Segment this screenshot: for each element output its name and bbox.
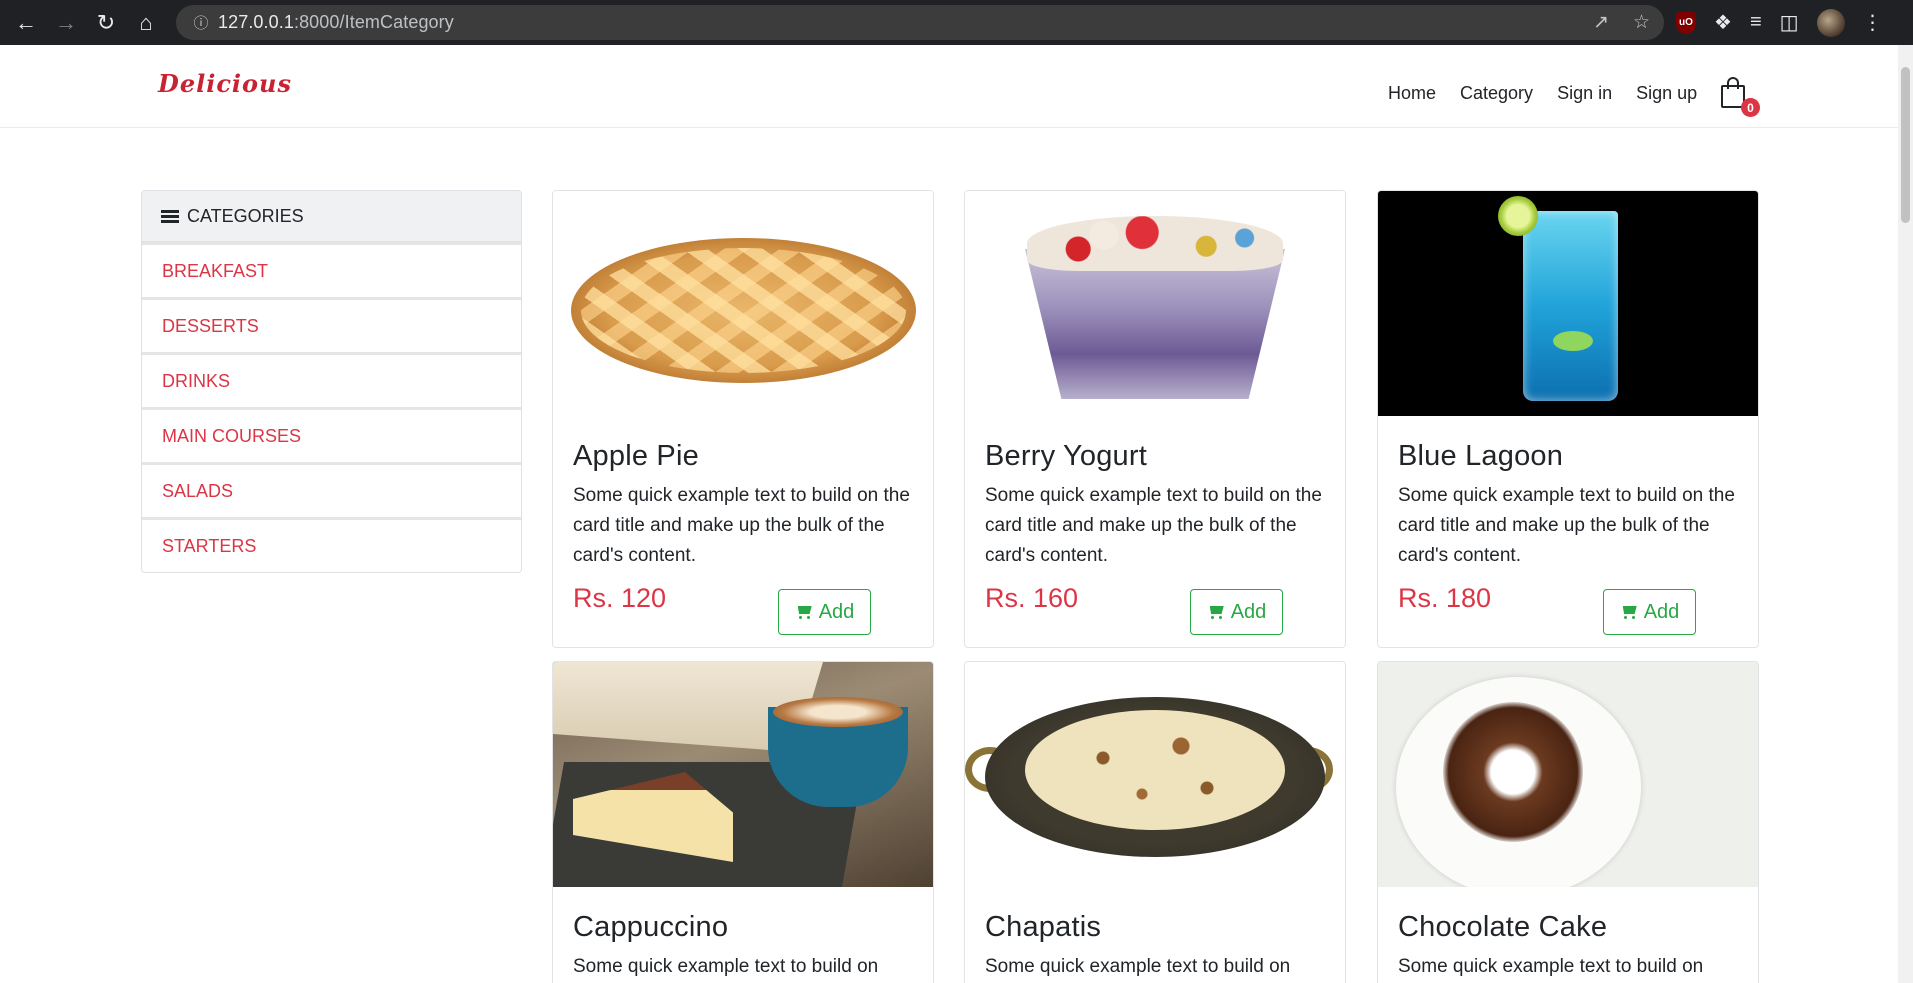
- site-navbar: Delicious Home Category Sign in Sign up …: [0, 45, 1898, 128]
- product-description: Some quick example text to build on the …: [985, 485, 1322, 566]
- cart-icon: [795, 605, 813, 619]
- add-button-label: Add: [1230, 600, 1267, 623]
- extensions-puzzle-icon[interactable]: ❖: [1714, 10, 1732, 35]
- browser-toolbar: ← → ↻ ⌂ ⓘ 127.0.0.1:8000/ItemCategory ↗ …: [0, 0, 1913, 45]
- category-drinks[interactable]: DRINKS: [142, 352, 521, 407]
- menu-kebab-icon[interactable]: ⋮: [1863, 10, 1883, 35]
- add-to-cart-button[interactable]: Add: [778, 589, 871, 635]
- category-salads[interactable]: SALADS: [142, 462, 521, 517]
- side-panel-icon[interactable]: ◫: [1780, 10, 1799, 35]
- bookmark-star-icon[interactable]: ☆: [1633, 11, 1650, 34]
- forward-arrow-icon[interactable]: →: [46, 0, 86, 45]
- home-icon[interactable]: ⌂: [126, 0, 166, 45]
- product-card: Chapatis Some quick example text to buil…: [964, 661, 1346, 983]
- reload-icon[interactable]: ↻: [86, 0, 126, 45]
- add-button-label: Add: [818, 600, 855, 623]
- product-title: Blue Lagoon: [1398, 440, 1564, 472]
- product-description: Some quick example text to build on: [573, 956, 879, 977]
- product-description: Some quick example text to build on: [985, 956, 1291, 977]
- product-title: Chapatis: [985, 911, 1102, 943]
- page-content: Delicious Home Category Sign in Sign up …: [0, 45, 1898, 983]
- add-button-label: Add: [1643, 600, 1680, 623]
- product-title: Cappuccino: [573, 911, 729, 943]
- product-title: Chocolate Cake: [1398, 911, 1608, 943]
- product-price: Rs. 120: [573, 583, 667, 613]
- product-card: Apple Pie Some quick example text to bui…: [552, 190, 934, 648]
- profile-avatar[interactable]: [1816, 8, 1845, 37]
- categories-header: CATEGORIES: [142, 191, 521, 242]
- category-breakfast[interactable]: BREAKFAST: [142, 242, 521, 297]
- product-title: Apple Pie: [573, 440, 699, 472]
- nav-home[interactable]: Home: [1388, 83, 1436, 104]
- main-menu: Home Category Sign in Sign up: [1388, 83, 1721, 104]
- site-info-icon[interactable]: ⓘ: [184, 12, 218, 33]
- chocolate-cake-image: [1378, 662, 1758, 887]
- nav-category[interactable]: Category: [1460, 83, 1533, 104]
- category-starters[interactable]: STARTERS: [142, 517, 521, 572]
- brand-logo[interactable]: Delicious: [158, 69, 292, 98]
- apple-pie-image: [553, 191, 933, 416]
- ublock-extension-icon[interactable]: uO: [1676, 11, 1696, 34]
- product-price: Rs. 160: [985, 583, 1079, 613]
- reading-list-icon[interactable]: ≡: [1750, 11, 1762, 34]
- chapatis-image: [965, 662, 1345, 887]
- back-arrow-icon[interactable]: ←: [6, 0, 46, 45]
- nav-sign-in[interactable]: Sign in: [1557, 83, 1612, 104]
- blue-lagoon-image: [1378, 191, 1758, 416]
- scrollbar-thumb[interactable]: [1901, 67, 1910, 223]
- product-description: Some quick example text to build on the …: [573, 485, 910, 566]
- product-description: Some quick example text to build on the …: [1398, 485, 1735, 566]
- page-scrollbar[interactable]: [1898, 45, 1913, 983]
- product-price: Rs. 180: [1398, 583, 1492, 613]
- categories-title: CATEGORIES: [187, 205, 304, 226]
- berry-yogurt-image: [965, 191, 1345, 416]
- category-main-courses[interactable]: MAIN COURSES: [142, 407, 521, 462]
- address-bar[interactable]: ⓘ 127.0.0.1:8000/ItemCategory ↗ ☆: [176, 5, 1664, 40]
- product-card: Chocolate Cake Some quick example text t…: [1377, 661, 1759, 983]
- add-to-cart-button[interactable]: Add: [1603, 589, 1696, 635]
- cappuccino-image: [553, 662, 933, 887]
- url-text: 127.0.0.1:8000/ItemCategory: [218, 12, 454, 32]
- product-title: Berry Yogurt: [985, 440, 1147, 472]
- share-icon[interactable]: ↗: [1593, 11, 1609, 34]
- cart-icon: [1207, 605, 1225, 619]
- product-card: Cappuccino Some quick example text to bu…: [552, 661, 934, 983]
- product-card: Blue Lagoon Some quick example text to b…: [1377, 190, 1759, 648]
- category-desserts[interactable]: DESSERTS: [142, 297, 521, 352]
- product-description: Some quick example text to build on: [1398, 956, 1704, 977]
- add-to-cart-button[interactable]: Add: [1190, 589, 1283, 635]
- categories-panel: CATEGORIES BREAKFAST DESSERTS DRINKS MAI…: [141, 190, 522, 573]
- cart-count-badge: 0: [1741, 98, 1760, 117]
- product-card: Berry Yogurt Some quick example text to …: [964, 190, 1346, 648]
- cart-icon: [1620, 605, 1638, 619]
- nav-sign-up[interactable]: Sign up: [1636, 83, 1697, 104]
- cart-button[interactable]: 0: [1720, 77, 1760, 117]
- list-icon: [161, 208, 179, 225]
